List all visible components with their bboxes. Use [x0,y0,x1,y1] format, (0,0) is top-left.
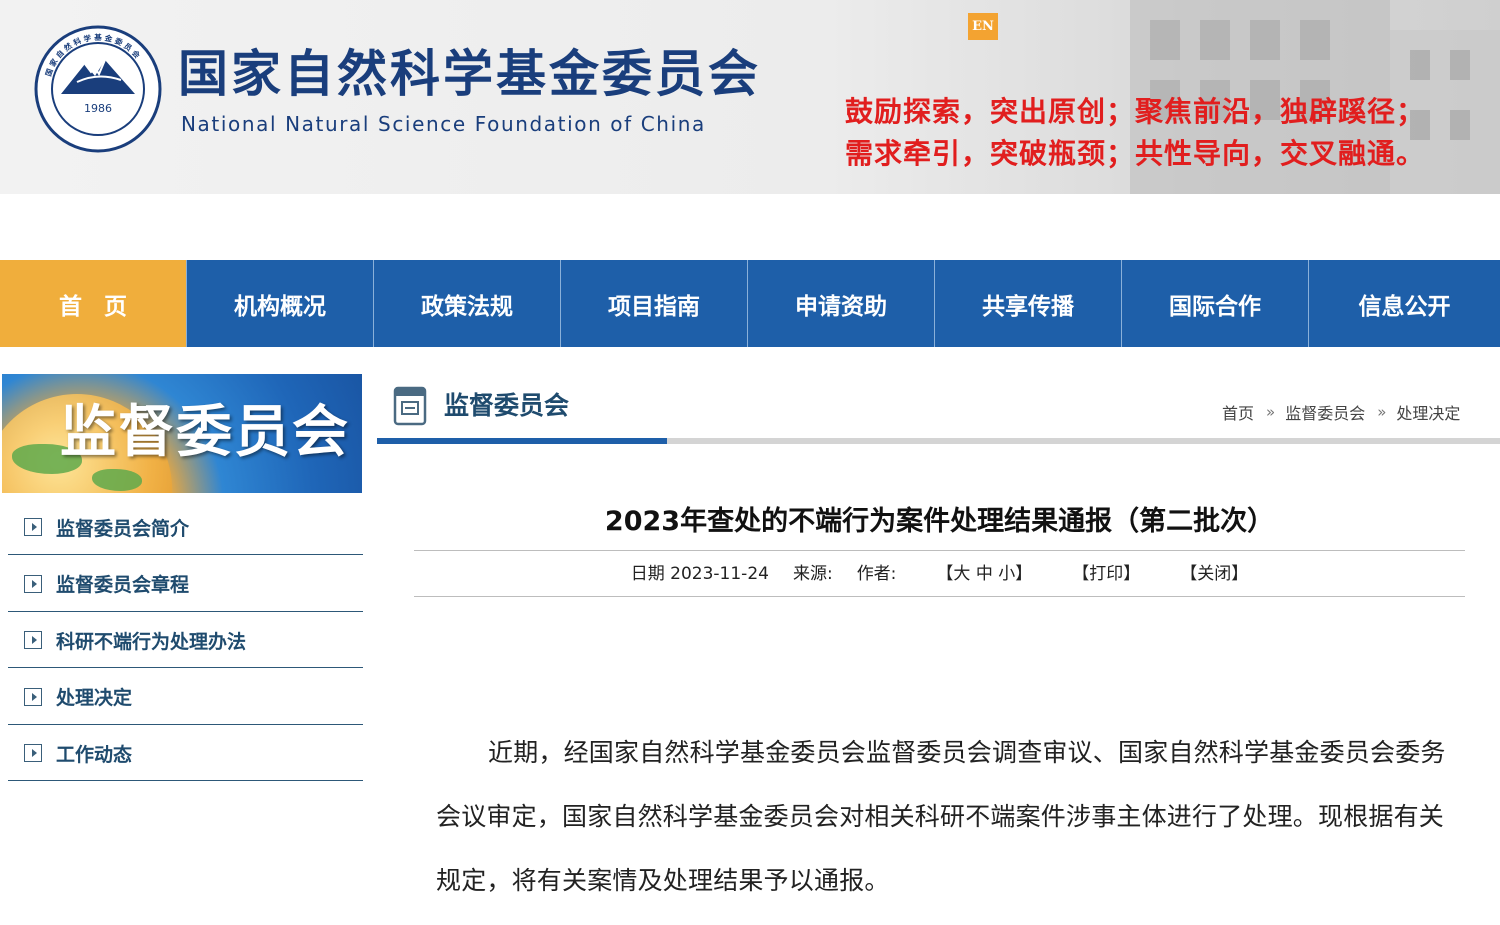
author-label: 作者: [856,564,897,584]
sidebar-item-charter[interactable]: 监督委员会章程 [8,557,363,612]
sidebar-menu: 监督委员会简介 监督委员会章程 科研不端行为处理办法 处理决定 工作动态 [8,500,363,783]
breadcrumb-decisions[interactable]: 处理决定 [1396,400,1460,424]
slogan-line-1: 鼓励探索，突出原创；聚焦前沿，独辟蹊径； [845,95,1426,128]
article-date: 日期 2023-11-24 [631,561,769,587]
nav-item-international[interactable]: 国际合作 [1122,260,1309,347]
sidebar-item-label: 监督委员会章程 [56,574,190,596]
arrow-box-icon [24,744,42,762]
nav-item-disclosure[interactable]: 信息公开 [1309,260,1500,347]
nav-item-guide[interactable]: 项目指南 [561,260,748,347]
sidebar-item-label: 科研不端行为处理办法 [56,630,247,653]
sidebar-item-intro[interactable]: 监督委员会简介 [8,500,363,555]
sidebar-banner: 监督委员会 [2,374,362,493]
site-name-cn: 国家自然科学基金委员会 [178,45,761,103]
source-label: 来源: [792,564,833,584]
main-nav: 首页 机构概况 政策法规 项目指南 申请资助 共享传播 国际合作 信息公开 [0,260,1500,347]
article-body-paragraph: 近期，经国家自然科学基金委员会监督委员会调查审议、国家自然科学基金委员会委务会议… [436,738,1446,895]
document-box-icon [393,386,427,426]
nav-item-home[interactable]: 首页 [0,260,187,347]
article-meta: 日期 2023-11-24 来源: 作者: 【大 中 小】 【打印】 【关闭】 [414,561,1465,587]
breadcrumb-home[interactable]: 首页 [1222,400,1254,424]
arrow-box-icon [24,574,42,593]
sidebar-item-label: 工作动态 [56,743,133,766]
section-divider-accent [377,438,667,444]
date-value: 2023-11-24 [670,564,769,584]
sidebar-item-misconduct-rules[interactable]: 科研不端行为处理办法 [8,613,363,668]
arrow-box-icon [24,518,42,536]
slogan-line-2: 需求牵引，突破瓶颈；共性导向，交叉融通。 [845,137,1426,170]
breadcrumb: 首页 » 监督委员会 » 处理决定 [1222,400,1460,424]
date-label: 日期 [630,564,665,584]
meta-divider-bottom [414,596,1465,597]
section-divider [377,438,1500,444]
nsfc-logo[interactable]: 1986 国 家 自 然 科 学 基 金 委 员 会 [33,24,163,154]
font-size-control[interactable]: 【大 中 小】 [936,561,1032,587]
site-header: 1986 国 家 自 然 科 学 基 金 委 员 会 国家自然科学基金委员会 N… [0,0,1500,194]
meta-divider-top [414,550,1465,551]
site-name-en: National Natural Science Foundation of C… [181,112,706,136]
nav-item-apply[interactable]: 申请资助 [748,260,935,347]
english-version-button[interactable]: EN [968,13,998,40]
nav-item-policies[interactable]: 政策法规 [374,260,561,347]
arrow-box-icon [24,631,42,649]
logo-year: 1986 [84,102,112,115]
print-button[interactable]: 【打印】 [1072,561,1140,587]
close-button[interactable]: 【关闭】 [1180,561,1248,587]
sidebar-item-decisions[interactable]: 处理决定 [8,670,363,725]
sidebar-item-label: 监督委员会简介 [56,517,190,540]
article-title: 2023年查处的不端行为案件处理结果通报（第二批次） [604,506,1275,537]
sidebar-item-label: 处理决定 [56,687,133,709]
nav-item-share[interactable]: 共享传播 [935,260,1122,347]
breadcrumb-committee[interactable]: 监督委员会 [1285,400,1365,424]
sidebar-banner-title: 监督委员会 [60,400,350,465]
breadcrumb-separator-icon: » [1266,403,1275,421]
nav-item-about[interactable]: 机构概况 [187,260,374,347]
sidebar-item-news[interactable]: 工作动态 [8,726,363,781]
section-title: 监督委员会 [444,391,570,420]
breadcrumb-separator-icon: » [1377,403,1386,421]
arrow-box-icon [24,687,42,706]
